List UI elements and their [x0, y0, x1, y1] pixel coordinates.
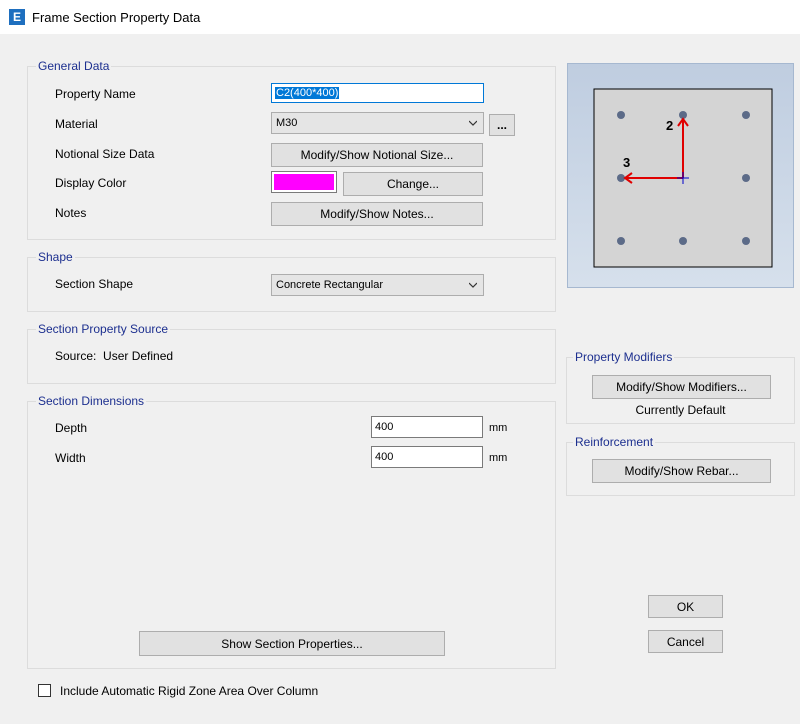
section-dimensions-legend: Section Dimensions [38, 394, 145, 408]
depth-input[interactable] [371, 416, 483, 438]
notes-button[interactable]: Modify/Show Notes... [271, 202, 483, 226]
material-browse-button[interactable]: ... [489, 114, 515, 136]
modify-rebar-button[interactable]: Modify/Show Rebar... [592, 459, 771, 483]
notes-label: Notes [55, 206, 87, 220]
rigid-zone-checkbox[interactable] [38, 684, 51, 697]
rebar-dot [742, 237, 750, 245]
width-input[interactable] [371, 446, 483, 468]
rebar-dot [742, 111, 750, 119]
notional-size-label: Notional Size Data [55, 147, 155, 161]
section-shape-label: Section Shape [55, 277, 134, 291]
app-icon: E [9, 9, 25, 25]
axis-3-label: 3 [623, 155, 630, 170]
display-color-fill [274, 174, 334, 190]
material-select[interactable]: M30 [271, 112, 484, 134]
notional-size-button[interactable]: Modify/Show Notional Size... [271, 143, 483, 167]
ok-button[interactable]: OK [648, 595, 723, 618]
show-section-properties-button[interactable]: Show Section Properties... [139, 631, 445, 656]
section-property-source-legend: Section Property Source [38, 322, 169, 336]
display-color-swatch[interactable] [271, 171, 337, 193]
section-shape-select[interactable]: Concrete Rectangular [271, 274, 484, 296]
title-bar: E Frame Section Property Data [0, 0, 800, 34]
chevron-down-icon [469, 120, 477, 126]
shape-legend: Shape [38, 250, 73, 264]
rebar-dot [617, 237, 625, 245]
depth-label: Depth [55, 421, 88, 435]
material-label: Material [55, 117, 98, 131]
rigid-zone-label: Include Automatic Rigid Zone Area Over C… [60, 684, 319, 698]
material-value: M30 [276, 117, 298, 129]
section-shape-value: Concrete Rectangular [276, 279, 384, 291]
property-modifiers-legend: Property Modifiers [575, 350, 673, 364]
reinforcement-legend: Reinforcement [575, 435, 654, 449]
chevron-down-icon [469, 282, 477, 288]
section-preview-drawing: 2 3 [593, 88, 773, 268]
cancel-button[interactable]: Cancel [648, 630, 723, 653]
rebar-dot [679, 237, 687, 245]
general-data-legend: General Data [38, 59, 110, 73]
property-name-selected-text: C2(400*400) [275, 87, 340, 99]
section-preview: 2 3 [567, 63, 794, 288]
property-name-input[interactable]: C2(400*400) [271, 83, 484, 103]
modify-modifiers-button[interactable]: Modify/Show Modifiers... [592, 375, 771, 399]
source-text: Source: User Defined [55, 349, 174, 363]
depth-unit: mm [489, 422, 508, 434]
axis-2-label: 2 [666, 118, 673, 133]
rebar-dot [617, 111, 625, 119]
rebar-dot [742, 174, 750, 182]
display-color-label: Display Color [55, 176, 127, 190]
window-title: Frame Section Property Data [32, 9, 201, 25]
width-label: Width [55, 451, 86, 465]
change-color-button[interactable]: Change... [343, 172, 483, 196]
property-name-label: Property Name [55, 87, 136, 101]
modifiers-status: Currently Default [635, 403, 726, 417]
width-unit: mm [489, 452, 508, 464]
